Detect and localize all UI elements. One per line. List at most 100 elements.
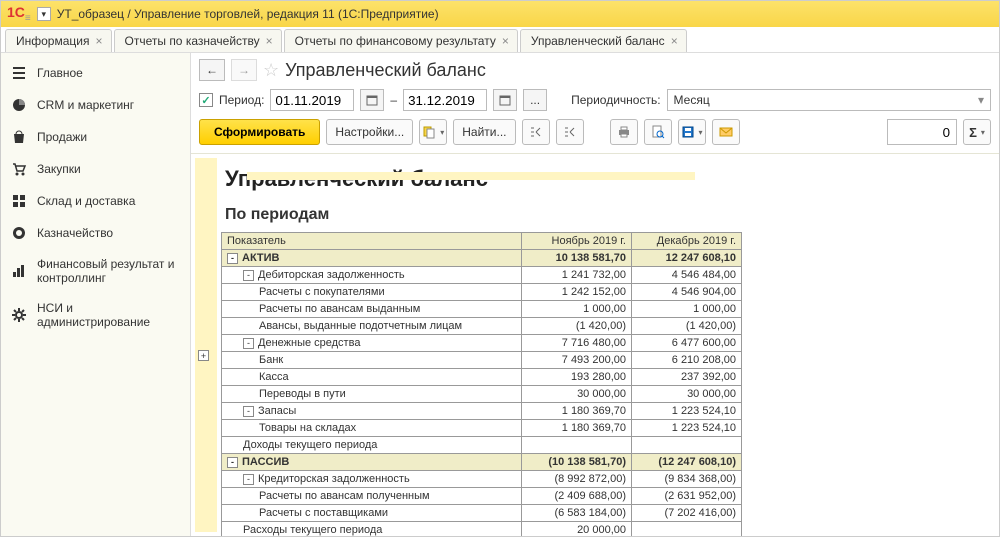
row-value-2: 6 210 208,00: [632, 352, 742, 369]
period-picker-button[interactable]: ...: [523, 89, 547, 111]
sidebar-item-label: Финансовый результат и контроллинг: [37, 257, 180, 285]
close-icon[interactable]: ×: [502, 34, 509, 48]
frequency-select[interactable]: Месяц ▾: [667, 89, 991, 111]
row-name: Расходы текущего периода: [243, 523, 382, 536]
table-row: Касса193 280,00237 392,00: [222, 369, 742, 386]
app-logo-icon: 1C≡: [7, 4, 31, 24]
close-icon[interactable]: ×: [266, 34, 273, 48]
table-row: Расходы текущего периода20 000,00: [222, 522, 742, 537]
table-row: Доходы текущего периода: [222, 437, 742, 454]
tab-label: Информация: [16, 34, 89, 48]
table-row: Расчеты с покупателями 1 242 152,004 546 …: [222, 284, 742, 301]
sidebar-item-5[interactable]: Казначейство: [1, 217, 190, 249]
page-title: Управленческий баланс: [285, 60, 486, 81]
row-value-1: 1 242 152,00: [522, 284, 632, 301]
back-button[interactable]: ←: [199, 59, 225, 81]
tab-0[interactable]: Информация ×: [5, 29, 112, 52]
col-header: Декабрь 2019 г.: [632, 233, 742, 250]
tab-2[interactable]: Отчеты по финансовому результату×: [284, 29, 518, 52]
period-checkbox[interactable]: ✓: [199, 93, 213, 107]
report-area: + Управленческий баланс По периодам Пока…: [191, 154, 999, 536]
sidebar-item-2[interactable]: Продажи: [1, 121, 190, 153]
expand-button[interactable]: [522, 119, 550, 145]
tab-strip: Информация×Отчеты по казначейству×Отчеты…: [1, 27, 999, 53]
table-row: Авансы, выданные подотчетным лицам(1 420…: [222, 318, 742, 335]
sidebar-item-1[interactable]: CRM и маркетинг: [1, 89, 190, 121]
sidebar-item-3[interactable]: Закупки: [1, 153, 190, 185]
settings-button[interactable]: Настройки...: [326, 119, 413, 145]
title-bar: 1C≡ ▾ УТ_образец / Управление торговлей,…: [1, 1, 999, 27]
tab-3[interactable]: Управленческий баланс ×: [520, 29, 687, 52]
menu-icon: [11, 65, 27, 81]
generate-button[interactable]: Сформировать: [199, 119, 320, 145]
row-name: АКТИВ: [242, 251, 280, 265]
preview-button[interactable]: [644, 119, 672, 145]
row-value-1: 193 280,00: [522, 369, 632, 386]
row-name: Авансы, выданные подотчетным лицам: [259, 319, 462, 333]
row-value-1: 1 180 369,70: [522, 403, 632, 420]
chevron-down-icon: ▾: [978, 93, 984, 107]
sidebar-item-0[interactable]: Главное: [1, 57, 190, 89]
sidebar-item-label: Главное: [37, 66, 83, 80]
expand-toggle[interactable]: -: [227, 457, 238, 468]
email-button[interactable]: [712, 119, 740, 145]
tab-label: Управленческий баланс: [531, 34, 665, 48]
row-value-1: (8 992 872,00): [522, 471, 632, 488]
row-value-2: 1 223 524,10: [632, 403, 742, 420]
row-value-2: 4 546 484,00: [632, 267, 742, 284]
close-icon[interactable]: ×: [95, 34, 102, 48]
find-button[interactable]: Найти...: [453, 119, 515, 145]
window-button[interactable]: ▾: [37, 7, 51, 21]
row-name: Дебиторская задолженность: [258, 268, 405, 282]
row-value-2: 30 000,00: [632, 386, 742, 403]
row-name: Касса: [259, 370, 289, 384]
outer-expand-1[interactable]: +: [198, 350, 209, 361]
table-row: Товары на складах1 180 369,701 223 524,1…: [222, 420, 742, 437]
collapse-button[interactable]: [556, 119, 584, 145]
row-value-2: [632, 522, 742, 537]
frequency-value: Месяц: [674, 93, 710, 107]
boxes-icon: [11, 193, 27, 209]
row-name: Доходы текущего периода: [243, 438, 377, 452]
row-value-1: (10 138 581,70): [522, 454, 632, 471]
row-name: Банк: [259, 353, 283, 367]
sidebar-item-label: Закупки: [37, 162, 81, 176]
print-button[interactable]: [610, 119, 638, 145]
expand-toggle[interactable]: -: [243, 338, 254, 349]
col-header: Показатель: [222, 233, 522, 250]
save-button[interactable]: ▾: [678, 119, 706, 145]
sidebar-item-label: Продажи: [37, 130, 87, 144]
calendar-to-icon[interactable]: [493, 89, 517, 111]
forward-button[interactable]: →: [231, 59, 257, 81]
sidebar-item-label: Склад и доставка: [37, 194, 135, 208]
copy-dropdown-button[interactable]: ▾: [419, 119, 447, 145]
sidebar-item-6[interactable]: Финансовый результат и контроллинг: [1, 249, 190, 293]
row-value-2: 4 546 904,00: [632, 284, 742, 301]
row-name: Денежные средства: [258, 336, 360, 350]
sidebar-item-7[interactable]: НСИ и администрирование: [1, 293, 190, 337]
expand-toggle[interactable]: -: [243, 406, 254, 417]
expand-toggle[interactable]: -: [243, 270, 254, 281]
table-row: Банк7 493 200,006 210 208,00: [222, 352, 742, 369]
sidebar-item-label: Казначейство: [37, 226, 113, 240]
calendar-from-icon[interactable]: [360, 89, 384, 111]
date-from-input[interactable]: [270, 89, 354, 111]
close-icon[interactable]: ×: [671, 34, 678, 48]
expand-toggle[interactable]: -: [227, 253, 238, 264]
tab-1[interactable]: Отчеты по казначейству×: [114, 29, 282, 52]
sigma-button[interactable]: Σ▾: [963, 119, 991, 145]
row-name: Расчеты по авансам полученным: [259, 489, 430, 503]
date-to-input[interactable]: [403, 89, 487, 111]
table-row: Расчеты по авансам полученным(2 409 688,…: [222, 488, 742, 505]
row-value-2: 12 247 608,10: [632, 250, 742, 267]
coin-icon: [11, 225, 27, 241]
frequency-label: Периодичность:: [571, 93, 660, 107]
expand-toggle[interactable]: -: [243, 474, 254, 485]
sidebar-item-4[interactable]: Склад и доставка: [1, 185, 190, 217]
row-name: Расчеты с покупателями: [259, 285, 385, 299]
date-separator: –: [390, 93, 397, 107]
row-value-1: 30 000,00: [522, 386, 632, 403]
table-row: -Запасы1 180 369,701 223 524,10: [222, 403, 742, 420]
zero-input[interactable]: [887, 119, 957, 145]
favorite-icon[interactable]: ☆: [263, 60, 279, 81]
